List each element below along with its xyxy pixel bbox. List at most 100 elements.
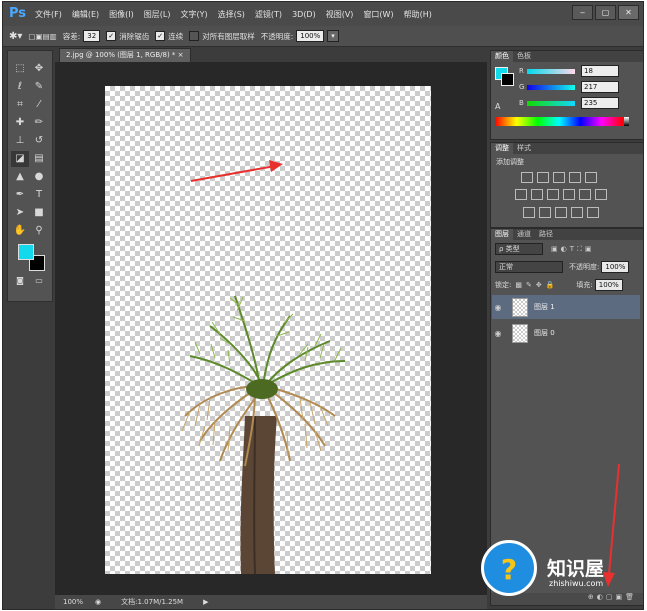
menu-item[interactable]: 滤镜(T) [255, 9, 282, 20]
green-slider[interactable] [527, 84, 575, 90]
menu-item[interactable]: 帮助(H) [404, 9, 432, 20]
invert-icon[interactable] [523, 207, 535, 218]
menu-item[interactable]: 文字(Y) [180, 9, 207, 20]
layer-filter-dropdown[interactable]: ρ 类型 [495, 243, 543, 255]
hue-saturation-icon[interactable] [515, 189, 527, 200]
tab-styles[interactable]: 样式 [513, 143, 535, 154]
all-layers-checkbox[interactable]: 对所有图层取样 [189, 31, 255, 42]
menu-item[interactable]: 文件(F) [35, 9, 62, 20]
menu-item[interactable]: 选择(S) [218, 9, 245, 20]
document-tab[interactable]: 2.jpg @ 100% (图层 1, RGB/8) * × [59, 48, 191, 62]
gamut-warning-icon[interactable]: A [495, 102, 500, 111]
pen-tool-icon[interactable]: ✒ [11, 187, 29, 203]
tolerance-group: 容差: 32 [63, 30, 101, 42]
selection-mode-icons[interactable]: ▢▣▤▥ [28, 32, 56, 41]
channel-mixer-icon[interactable] [579, 189, 591, 200]
tab-adjustments[interactable]: 调整 [491, 143, 513, 154]
adjustment-icons-row-1 [519, 172, 599, 185]
tab-channels[interactable]: 通道 [513, 229, 535, 240]
menu-item[interactable]: 图层(L) [144, 9, 171, 20]
maximize-button[interactable]: ▢ [595, 5, 616, 20]
red-slider[interactable] [527, 68, 575, 74]
crop-tool-icon[interactable]: ⌗ [11, 97, 29, 113]
green-value-input[interactable]: 217 [581, 81, 619, 93]
blend-mode-dropdown[interactable]: 正常 [495, 261, 563, 273]
menu-item[interactable]: 窗口(W) [363, 9, 393, 20]
red-value-input[interactable]: 18 [581, 65, 619, 77]
shape-tool-icon[interactable]: ■ [30, 205, 48, 221]
marquee-tool-icon[interactable]: ⬚ [11, 61, 29, 77]
green-slider-row: G 217 [519, 81, 639, 93]
quick-select-tool-icon[interactable]: ✎ [30, 79, 48, 95]
menu-item[interactable]: 视图(V) [326, 9, 354, 20]
lasso-tool-icon[interactable]: ℓ [11, 79, 29, 95]
vibrance-icon[interactable] [585, 172, 597, 183]
red-slider-row: R 18 [519, 65, 639, 77]
selective-color-icon[interactable] [571, 207, 583, 218]
quick-mask-icon[interactable]: ◙ [11, 273, 29, 289]
options-opacity-dropdown-icon[interactable]: ▾ [327, 30, 339, 42]
path-select-tool-icon[interactable]: ➤ [11, 205, 29, 221]
zoom-tool-icon[interactable]: ⚲ [30, 223, 48, 239]
exposure-icon[interactable] [569, 172, 581, 183]
tolerance-input[interactable]: 32 [83, 30, 101, 42]
minimize-button[interactable]: ‒ [572, 5, 593, 20]
brush-tool-icon[interactable]: ✏ [30, 115, 48, 131]
panel-background-swatch[interactable] [501, 73, 514, 86]
healing-brush-tool-icon[interactable]: ✚ [11, 115, 29, 131]
levels-icon[interactable] [537, 172, 549, 183]
zoom-level[interactable]: 100% [63, 598, 83, 606]
visibility-eye-icon[interactable]: ◉ [492, 303, 504, 312]
options-opacity-input[interactable]: 100% [296, 30, 325, 42]
blue-slider[interactable] [527, 100, 575, 106]
color-lookup-icon[interactable] [595, 189, 607, 200]
dodge-tool-icon[interactable]: ● [30, 169, 48, 185]
tab-swatches[interactable]: 色板 [513, 51, 535, 62]
lock-icons[interactable]: ▩✎✥🔒 [515, 281, 558, 289]
black-white-ramp[interactable] [624, 117, 629, 126]
adjustments-panel: 调整 样式 添加调整 [490, 142, 643, 228]
layer-row[interactable]: ◉ 图层 0 [492, 321, 640, 345]
magic-wand-preset-icon[interactable]: ✱▾ [9, 31, 22, 42]
visibility-eye-icon[interactable]: ◉ [492, 329, 504, 338]
menu-item[interactable]: 3D(D) [292, 10, 316, 19]
curves-icon[interactable] [553, 172, 565, 183]
color-balance-icon[interactable] [531, 189, 543, 200]
contiguous-checkbox[interactable]: ✓ 连续 [155, 31, 183, 42]
menu-item[interactable]: 编辑(E) [72, 9, 99, 20]
threshold-icon[interactable] [555, 207, 567, 218]
screen-mode-icon[interactable]: ▭ [30, 273, 48, 289]
status-menu-arrow-icon[interactable]: ▶ [203, 598, 208, 606]
history-brush-tool-icon[interactable]: ↺ [30, 133, 48, 149]
gradient-map-icon[interactable] [587, 207, 599, 218]
tab-layers[interactable]: 图层 [491, 229, 513, 240]
eraser-tool-icon[interactable]: ◪ [11, 151, 29, 167]
fill-input[interactable]: 100% [594, 279, 623, 291]
photo-filter-icon[interactable] [563, 189, 575, 200]
posterize-icon[interactable] [539, 207, 551, 218]
image-canvas[interactable] [105, 86, 431, 574]
gradient-tool-icon[interactable]: ▤ [30, 151, 48, 167]
filter-type-icons[interactable]: ▣◐T⛶▣ [551, 245, 595, 254]
eyedropper-tool-icon[interactable]: ⁄ [30, 97, 48, 113]
tab-paths[interactable]: 路径 [535, 229, 557, 240]
move-tool-icon[interactable]: ✥ [30, 61, 48, 77]
tab-color[interactable]: 颜色 [491, 51, 513, 62]
document-size: 文档:1.07M/1.25M [121, 598, 184, 606]
color-spectrum-bar[interactable] [495, 117, 623, 126]
annotation-arrow [190, 160, 283, 182]
hand-tool-icon[interactable]: ✋ [11, 223, 29, 239]
menu-item[interactable]: 图像(I) [109, 9, 134, 20]
status-icon[interactable]: ◉ [95, 598, 101, 606]
antialias-checkbox[interactable]: ✓ 消除锯齿 [106, 31, 149, 42]
layer-row[interactable]: ◉ 图层 1 [492, 295, 640, 319]
brightness-icon[interactable] [521, 172, 533, 183]
layer-opacity-input[interactable]: 100% [601, 261, 630, 273]
type-tool-icon[interactable]: T [30, 187, 48, 203]
black-white-icon[interactable] [547, 189, 559, 200]
blur-tool-icon[interactable]: ▲ [11, 169, 29, 185]
foreground-color-swatch[interactable] [18, 244, 34, 260]
close-button[interactable]: ✕ [618, 5, 639, 20]
blue-value-input[interactable]: 235 [581, 97, 619, 109]
stamp-tool-icon[interactable]: ⊥ [11, 133, 29, 149]
